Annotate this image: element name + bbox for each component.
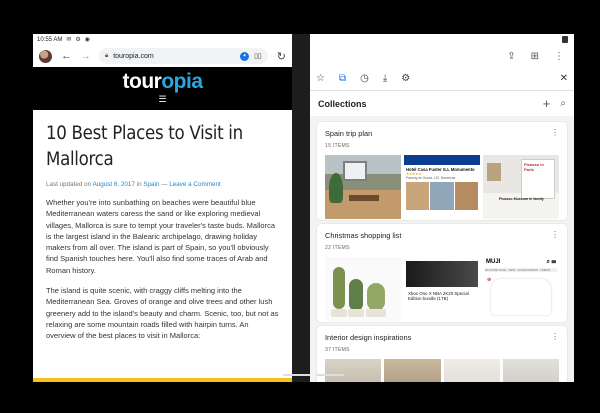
meta-category-link[interactable]: Spain bbox=[143, 181, 159, 188]
thumbnail-interior-4[interactable] bbox=[502, 359, 559, 382]
article-title: 10 Best Places to Visit in Mallorca bbox=[46, 123, 243, 170]
search-icon[interactable]: ⌕ bbox=[560, 98, 566, 109]
article-meta: Last updated on August 6, 2017 in Spain … bbox=[46, 181, 279, 188]
right-collections-pane: ⇪ ⊞ ⋮ ☆ ⧉ ◷ ⤓ ⚙ ✕ Collections + ⌕ Spain … bbox=[310, 34, 574, 382]
site-logo[interactable]: touropia bbox=[122, 70, 204, 93]
card-more-options-icon[interactable]: ⋮ bbox=[551, 128, 559, 137]
lock-icon: 🔒︎ bbox=[105, 52, 109, 59]
card-count: 22 ITEMS bbox=[325, 245, 350, 251]
close-icon[interactable]: ✕ bbox=[560, 73, 568, 84]
card-title: Spain trip plan bbox=[325, 129, 373, 138]
card-title: Christmas shopping list bbox=[325, 231, 402, 240]
article-paragraph-2: The island is quite scenic, with craggy … bbox=[46, 286, 279, 341]
xbox-image bbox=[406, 261, 478, 287]
collection-card-spain[interactable]: Spain trip plan 15 ITEMS ⋮ Hotel Casa Fu… bbox=[317, 122, 567, 220]
logo-part-tour: tour bbox=[122, 70, 162, 93]
hotel-site-header bbox=[404, 155, 480, 165]
card-title: Interior design inspirations bbox=[325, 333, 412, 342]
muji-brand: MUJI bbox=[486, 259, 501, 265]
share-icon[interactable]: ⇪ bbox=[507, 51, 515, 62]
tab-downloads-icon[interactable]: ⤓ bbox=[383, 73, 387, 84]
ad-banner[interactable] bbox=[33, 378, 292, 382]
url-text: touropia.com bbox=[113, 52, 154, 60]
url-field[interactable]: 🔒︎ touropia.com ✦ ▯▯ bbox=[99, 48, 268, 64]
status-bar: 10:55 AM ✉ ⚙ ◉ bbox=[33, 34, 292, 45]
thumbnail-interior-3[interactable] bbox=[443, 359, 500, 382]
refresh-icon[interactable]: ↻ bbox=[277, 50, 286, 63]
thumbnail-interior-2[interactable] bbox=[384, 359, 441, 382]
muji-search-icon: ⌕ ☰ bbox=[546, 259, 556, 265]
hotel-name: Hotel Casa Fuster G.L Monumento bbox=[406, 167, 475, 172]
new-tab-icon[interactable]: ⊞ bbox=[531, 51, 539, 62]
museum-poster: Picasso in Paris bbox=[521, 159, 555, 199]
forward-arrow-icon[interactable]: → bbox=[80, 50, 91, 62]
back-arrow-icon[interactable]: ← bbox=[61, 50, 72, 62]
card-more-options-icon[interactable]: ⋮ bbox=[551, 332, 559, 341]
article-paragraph-1: Whether you're into sunbathing on beache… bbox=[46, 198, 276, 275]
site-header: touropia ☰ bbox=[33, 67, 292, 107]
tab-collections-icon[interactable]: ⧉ bbox=[339, 73, 346, 84]
logo-part-opia: opia bbox=[161, 70, 203, 93]
hotel-images bbox=[404, 180, 480, 212]
card-count: 15 ITEMS bbox=[325, 143, 350, 149]
leave-comment-link[interactable]: Leave a Comment bbox=[169, 181, 220, 188]
status-time: 10:55 AM bbox=[37, 36, 63, 43]
museum-caption: Picasso Museum in family bbox=[499, 197, 544, 201]
battery-icon bbox=[562, 36, 568, 43]
thumbnail-xbox[interactable]: Xbox One X NBA 2K20 Special Edition bund… bbox=[404, 257, 480, 321]
right-status-bar bbox=[310, 34, 574, 45]
meta-date-link[interactable]: August 6, 2017 bbox=[93, 181, 135, 188]
card-thumbnails bbox=[325, 359, 559, 382]
card-thumbnails: Xbox One X NBA 2K20 Special Edition bund… bbox=[325, 257, 559, 321]
tab-favorites-star-icon[interactable]: ☆ bbox=[316, 73, 325, 84]
thumbnail-interior-1[interactable] bbox=[325, 359, 382, 382]
article: 10 Best Places to Visit in Mallorca Last… bbox=[33, 110, 292, 382]
profile-avatar[interactable] bbox=[39, 49, 52, 63]
collections-badge-icon[interactable]: ✦ bbox=[240, 51, 250, 61]
tab-history-icon[interactable]: ◷ bbox=[360, 73, 369, 84]
tab-settings-gear-icon[interactable]: ⚙ bbox=[401, 73, 410, 84]
muji-nav: MUJI FOR SALE · NEW · ACCESSORIES · LINE… bbox=[485, 268, 557, 272]
xbox-product-text: Xbox One X NBA 2K20 Special Edition bund… bbox=[408, 291, 469, 302]
reading-view-icon[interactable]: ▯▯ bbox=[254, 52, 262, 60]
web-page: touropia ☰ 10 Best Places to Visit in Ma… bbox=[33, 67, 292, 382]
zoom-icon: ⊕ bbox=[487, 277, 492, 283]
meta-prefix: Last updated on bbox=[46, 181, 93, 188]
card-count: 37 ITEMS bbox=[325, 347, 350, 353]
app-small-icon: ◉ bbox=[84, 37, 91, 43]
left-browser-pane: 10:55 AM ✉ ⚙ ◉ ← → 🔒︎ touropia.com ✦ ▯▯ … bbox=[33, 34, 292, 382]
address-bar: ← → 🔒︎ touropia.com ✦ ▯▯ ↻ bbox=[33, 45, 292, 67]
right-resize-handle[interactable] bbox=[316, 374, 344, 376]
collections-header: Collections + ⌕ bbox=[310, 91, 574, 116]
collections-title: Collections bbox=[318, 98, 367, 109]
settings-small-icon: ⚙ bbox=[75, 37, 81, 43]
meta-separator: — bbox=[159, 181, 170, 188]
collection-card-christmas[interactable]: Christmas shopping list 22 ITEMS ⋮ Xbox … bbox=[317, 224, 567, 322]
left-resize-handle[interactable] bbox=[283, 374, 311, 376]
thumbnail-cactus[interactable] bbox=[325, 257, 401, 321]
thumbnail-room[interactable] bbox=[325, 155, 401, 219]
tablet-screen: 10:55 AM ✉ ⚙ ◉ ← → 🔒︎ touropia.com ✦ ▯▯ … bbox=[33, 34, 574, 382]
notification-icon: ✉ bbox=[66, 37, 72, 43]
muji-product-image bbox=[491, 279, 551, 315]
card-more-options-icon[interactable]: ⋮ bbox=[551, 230, 559, 239]
poster-title: Picasso in Paris bbox=[524, 162, 544, 172]
split-divider[interactable] bbox=[283, 34, 311, 382]
thumbnail-museum[interactable]: Picasso in Paris Picasso Museum in famil… bbox=[483, 155, 559, 219]
muji-header: MUJI ⌕ ☰ bbox=[483, 257, 559, 268]
hamburger-menu-icon[interactable]: ☰ bbox=[158, 95, 166, 104]
right-toolbar: ⇪ ⊞ ⋮ bbox=[310, 45, 574, 67]
hub-tabs: ☆ ⧉ ◷ ⤓ ⚙ ✕ bbox=[310, 67, 574, 91]
thumbnail-muji[interactable]: MUJI ⌕ ☰ MUJI FOR SALE · NEW · ACCESSORIE… bbox=[483, 257, 559, 321]
thumbnail-hotel[interactable]: Hotel Casa Fuster G.L Monumento ★★★★★ Pa… bbox=[404, 155, 480, 219]
add-collection-plus-icon[interactable]: + bbox=[543, 96, 551, 111]
collection-card-interior[interactable]: Interior design inspirations 37 ITEMS ⋮ bbox=[317, 326, 567, 382]
card-thumbnails: Hotel Casa Fuster G.L Monumento ★★★★★ Pa… bbox=[325, 155, 559, 219]
overflow-menu-icon[interactable]: ⋮ bbox=[554, 51, 564, 62]
